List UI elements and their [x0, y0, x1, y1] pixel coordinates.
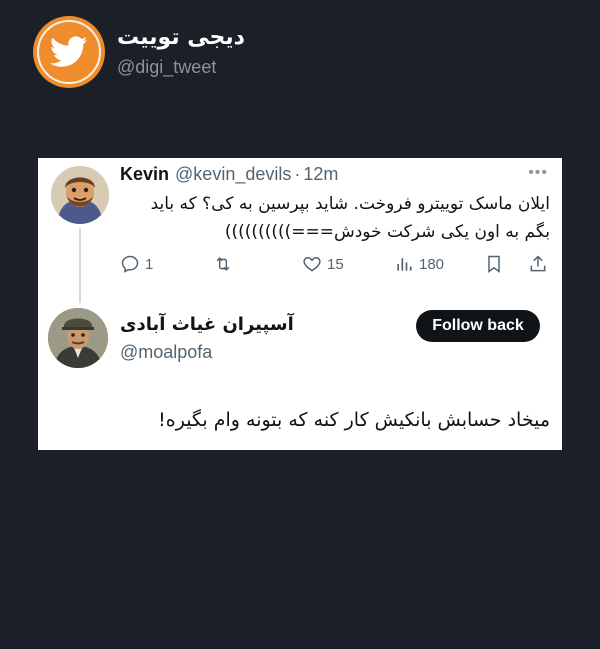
more-dots-icon[interactable]: •••	[528, 164, 548, 182]
view-count: 180	[419, 255, 445, 273]
bookmark-icon	[488, 255, 500, 273]
reply-icon	[121, 255, 139, 273]
share-button[interactable]	[528, 254, 548, 274]
views-button[interactable]: 180	[394, 254, 444, 274]
avatar[interactable]	[51, 166, 109, 224]
follow-back-button[interactable]: Follow back	[416, 310, 540, 342]
share-icon	[530, 255, 546, 272]
bookmark-button[interactable]	[484, 254, 504, 274]
tweet-text-line: بگم به اون یکی شرکت خودش===))))))))))	[224, 222, 550, 242]
heart-icon	[303, 256, 321, 272]
reply-button[interactable]: 1	[120, 254, 153, 274]
retweet-button[interactable]	[212, 254, 239, 274]
meta-separator: ·	[294, 164, 301, 184]
tweet-card: Kevin @kevin_devils · 12m ••• ایلان ماسک…	[38, 158, 562, 450]
views-icon	[397, 258, 412, 271]
avatar[interactable]	[48, 308, 108, 368]
author-handle[interactable]: @kevin_devils	[175, 164, 291, 185]
author-name[interactable]: آسپیران غیاث آبادی	[120, 314, 294, 335]
reply-count: 1	[145, 255, 154, 273]
tweet-time[interactable]: 12m	[303, 164, 338, 185]
author-handle[interactable]: @moalpofa	[120, 342, 212, 363]
tweet-header: Kevin @kevin_devils · 12m	[120, 164, 338, 185]
tweet-actions: 1 15 180	[120, 254, 548, 278]
brand-logo	[33, 16, 105, 88]
brand-name: دیجی توییت	[117, 25, 245, 50]
twitter-bird-icon	[37, 20, 101, 84]
retweet-icon	[216, 257, 230, 271]
tweet-text: میخاد حسابش بانکیش کار کنه که بتونه وام …	[158, 409, 550, 431]
author-name[interactable]: Kevin	[120, 164, 169, 185]
brand-header: دیجی توییت @digi_tweet	[33, 16, 245, 88]
tweet-text-line: ایلان ماسک توییترو فروخت. شاید بپرسین به…	[150, 194, 550, 214]
brand-handle: @digi_tweet	[117, 57, 217, 77]
like-button[interactable]: 15	[302, 254, 344, 274]
like-count: 15	[327, 255, 344, 273]
tweet-text: ایلان ماسک توییترو فروخت. شاید بپرسین به…	[120, 190, 550, 246]
thread-line	[79, 228, 81, 303]
